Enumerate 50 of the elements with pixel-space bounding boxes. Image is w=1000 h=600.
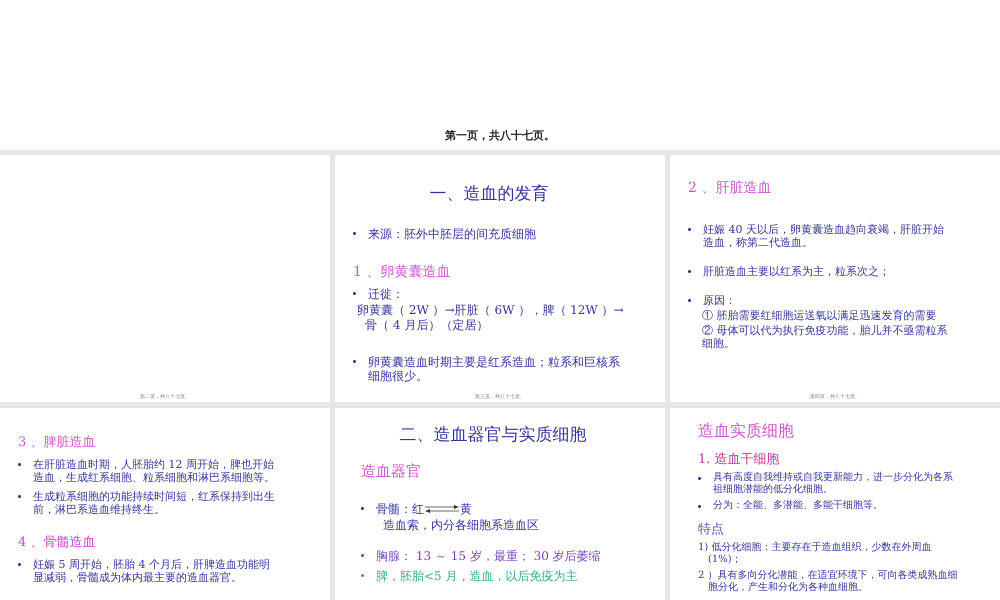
bullet-icon (688, 228, 691, 231)
bullet-text: 黄 (460, 502, 472, 516)
bullet-text: 卵黄囊造血时期主要是红系造血；粒系和巨核系细胞很少。 (368, 355, 621, 383)
bullet-icon (18, 463, 21, 466)
bullet-text: 原因： (703, 294, 736, 307)
bullet-icon (353, 292, 356, 295)
bullet-text: 妊娠 5 周开始，胚胎 4 个月后，肝脾造血功能明显减弱，骨髓成为体内最主要的造血器官。 (33, 558, 271, 584)
bullet-icon (688, 270, 691, 273)
section-heading: 特点 (698, 522, 725, 538)
bullet-text: 具有高度自我维持或自我更新能力，进一步分化为各系祖细胞潜能的低分化细胞。 (713, 472, 954, 496)
bullet-text: 迁徙： (368, 287, 404, 301)
slide-thumbnail[interactable]: 造血实质细胞 1. 造血干细胞 具有高度自我维持或自我更新能力，进一步分化为各系祖细胞潜能的低分化细胞。 分为：全能、多潜能、多能干细胞等。 特点 1) 低分化细胞：主要存在于造血组织，少数在外周血 (1%)； 2 ）具有多向分化潜能，在适宜环境下，可向各类成熟血细胞分化，产生和分化为各种血细胞。 (670, 408, 1000, 600)
bullet-text: 在肝脏造血时期，人胚胎约 12 周开始，脾也开始造血，生成红系细胞、粒系细胞和淋巴系细胞等。 (33, 458, 276, 484)
bullet-icon (18, 563, 21, 566)
body-text: ② 母体可以代为执行免疫功能，胎儿并不亟需粒系细胞。 (701, 324, 948, 350)
bullet-text: 生成粒系细胞的功能持续时间短，红系保持到出生前，淋巴系造血维持终生。 (33, 490, 276, 516)
bullet-text: 胸腺： 13 ～ 15 岁，最重； 30 岁后萎缩 (376, 549, 601, 563)
bullet-text: 来源：胚外中胚层的间充质细胞 (368, 227, 536, 241)
bullet-icon (361, 507, 364, 510)
slide-heading: 3 、脾脏造血 (18, 434, 96, 452)
bullet-text: 肝脏造血主要以红系为主，粒系次之； (703, 265, 890, 278)
slide-heading: 4 、骨髓造血 (18, 534, 96, 552)
bullet-text: 妊娠 40 天以后，卵黄囊造血趋向衰竭，肝脏开始造血，称第二代造血。 (703, 223, 945, 249)
slide-heading: 2 、肝脏造血 (688, 179, 772, 197)
page-counter: 第一页，共八十七页。 (445, 128, 555, 143)
bullet-icon (698, 505, 701, 508)
body-text: 2 ）具有多向分化潜能，在适宜环境下，可向各类成熟血细胞分化，产生和分化为各种血细胞。 (698, 570, 959, 594)
bullet-text: 脾，胚胎<5 月，造血，以后免疫为主 (376, 569, 578, 583)
section-heading: 1. 造血干细胞 (698, 452, 781, 468)
bullet-text: 分为：全能、多潜能、多能干细胞等。 (713, 500, 883, 512)
slide-heading: 1 、卵黄囊造血 (353, 263, 452, 281)
body-text: ① 胚胎需要红细胞运送氧以满足迅速发育的需要 (701, 309, 938, 322)
body-text: 1) 低分化细胞：主要存在于造血组织，少数在外周血 (1%)； (698, 542, 932, 566)
slide-heading: 造血器官 (361, 462, 422, 480)
slide-thumbnail[interactable]: 二、造血器官与实质细胞 造血器官 骨髓：红 黄 造血索，内分各细胞系造血区 胸腺： 13 ～ 15 岁，最重； 30 岁后萎缩 脾，胚胎<5 月，造血，以后免疫为主 (335, 408, 665, 600)
bullet-icon (353, 360, 356, 363)
slide-heading: 造血实质细胞 (698, 422, 795, 440)
bullet-icon (361, 554, 364, 557)
slide-title: 二、造血器官与实质细胞 (398, 424, 588, 446)
bullet-icon (688, 299, 691, 302)
slide-thumbnail[interactable]: 3 、脾脏造血 在肝脏造血时期，人胚胎约 12 周开始，脾也开始造血，生成红系细胞、粒系细胞和淋巴系细胞等。 生成粒系细胞的功能持续时间短，红系保持到出生前，淋巴系造血维持终生。 4 、骨髓造血 妊娠 5 周开始，胚胎 4 个月后，肝脾造血功能明显减弱，骨髓成为体内最主要的造血器官。 (0, 408, 330, 600)
bullet-icon (361, 574, 364, 577)
bullet-icon (698, 477, 701, 480)
double-arrow-icon (424, 504, 460, 514)
bullet-icon (353, 232, 356, 235)
slide-title: 一、造血的发育 (428, 183, 550, 205)
bullet-icon (18, 495, 21, 498)
body-text: 造血索，内分各细胞系造血区 (382, 518, 540, 533)
bullet-text: 骨髓：红 (376, 502, 424, 516)
body-text: 卵黄囊（ 2W ）→肝脏（ 6W ），脾（ 12W ）→骨（ 4 月后）（定居） (356, 303, 625, 333)
